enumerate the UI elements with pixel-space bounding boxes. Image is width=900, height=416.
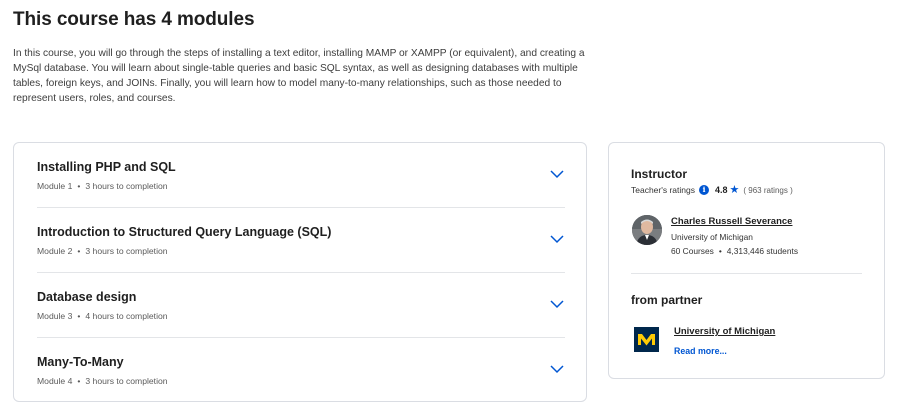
module-number: Module 3 [37,311,73,321]
ratings-label: Teacher's ratings [631,185,695,195]
module-meta: Module 4 • 3 hours to completion [37,376,168,386]
info-icon[interactable]: i [699,185,709,195]
module-duration: 3 hours to completion [85,181,168,191]
module-title: Database design [37,290,137,304]
module-item-2[interactable]: Introduction to Structured Query Languag… [37,208,565,273]
module-title: Installing PHP and SQL [37,160,176,174]
separator-dot: • [77,311,81,321]
modules-list: Installing PHP and SQL Module 1 • 3 hours … [13,142,587,402]
read-more-link[interactable]: Read more... [674,346,727,356]
instructor-card: Instructor Teacher's ratings i 4.8 ★ ( 9… [608,142,885,379]
instructor-stats: 60 Courses • 4,313,446 students [671,246,798,256]
module-number: Module 1 [37,181,73,191]
module-item-4[interactable]: Many-To-Many Module 4 • 3 hours to complet… [37,338,565,403]
star-icon: ★ [729,184,740,196]
module-duration: 3 hours to completion [85,246,168,256]
rating-value: 4.8 [715,185,728,195]
instructor-heading: Instructor [631,167,688,181]
module-title: Many-To-Many [37,355,124,369]
teacher-ratings: Teacher's ratings i 4.8 ★ ( 963 ratings … [631,184,793,196]
card-divider [631,273,862,274]
module-title: Introduction to Structured Query Languag… [37,225,332,239]
module-number: Module 4 [37,376,73,386]
separator-dot: • [718,246,722,256]
section-title: This course has 4 modules [13,9,255,30]
partner-name-link[interactable]: University of Michigan [674,326,775,337]
module-meta: Module 1 • 3 hours to completion [37,181,168,191]
instructor-organization: University of Michigan [671,232,753,242]
instructor-avatar[interactable] [632,215,662,245]
course-description: In this course, you will go through the … [13,48,585,104]
module-number: Module 2 [37,246,73,256]
chevron-down-icon[interactable] [549,362,565,374]
module-item-3[interactable]: Database design Module 3 • 4 hours to comp… [37,273,565,338]
university-logo[interactable] [634,327,659,352]
module-duration: 4 hours to completion [85,311,168,321]
chevron-down-icon[interactable] [549,232,565,244]
partner-heading: from partner [631,293,703,307]
chevron-down-icon[interactable] [549,297,565,309]
separator-dot: • [77,181,81,191]
course-count: 60 Courses [671,246,714,256]
module-item-1[interactable]: Installing PHP and SQL Module 1 • 3 hours … [37,143,565,208]
chevron-down-icon[interactable] [549,167,565,179]
module-meta: Module 2 • 3 hours to completion [37,246,168,256]
separator-dot: • [77,376,81,386]
separator-dot: • [77,246,81,256]
ratings-count: ( 963 ratings ) [743,185,793,195]
module-meta: Module 3 • 4 hours to completion [37,311,168,321]
instructor-name-link[interactable]: Charles Russell Severance [671,216,792,227]
student-count: 4,313,446 students [726,246,799,256]
module-duration: 3 hours to completion [85,376,168,386]
